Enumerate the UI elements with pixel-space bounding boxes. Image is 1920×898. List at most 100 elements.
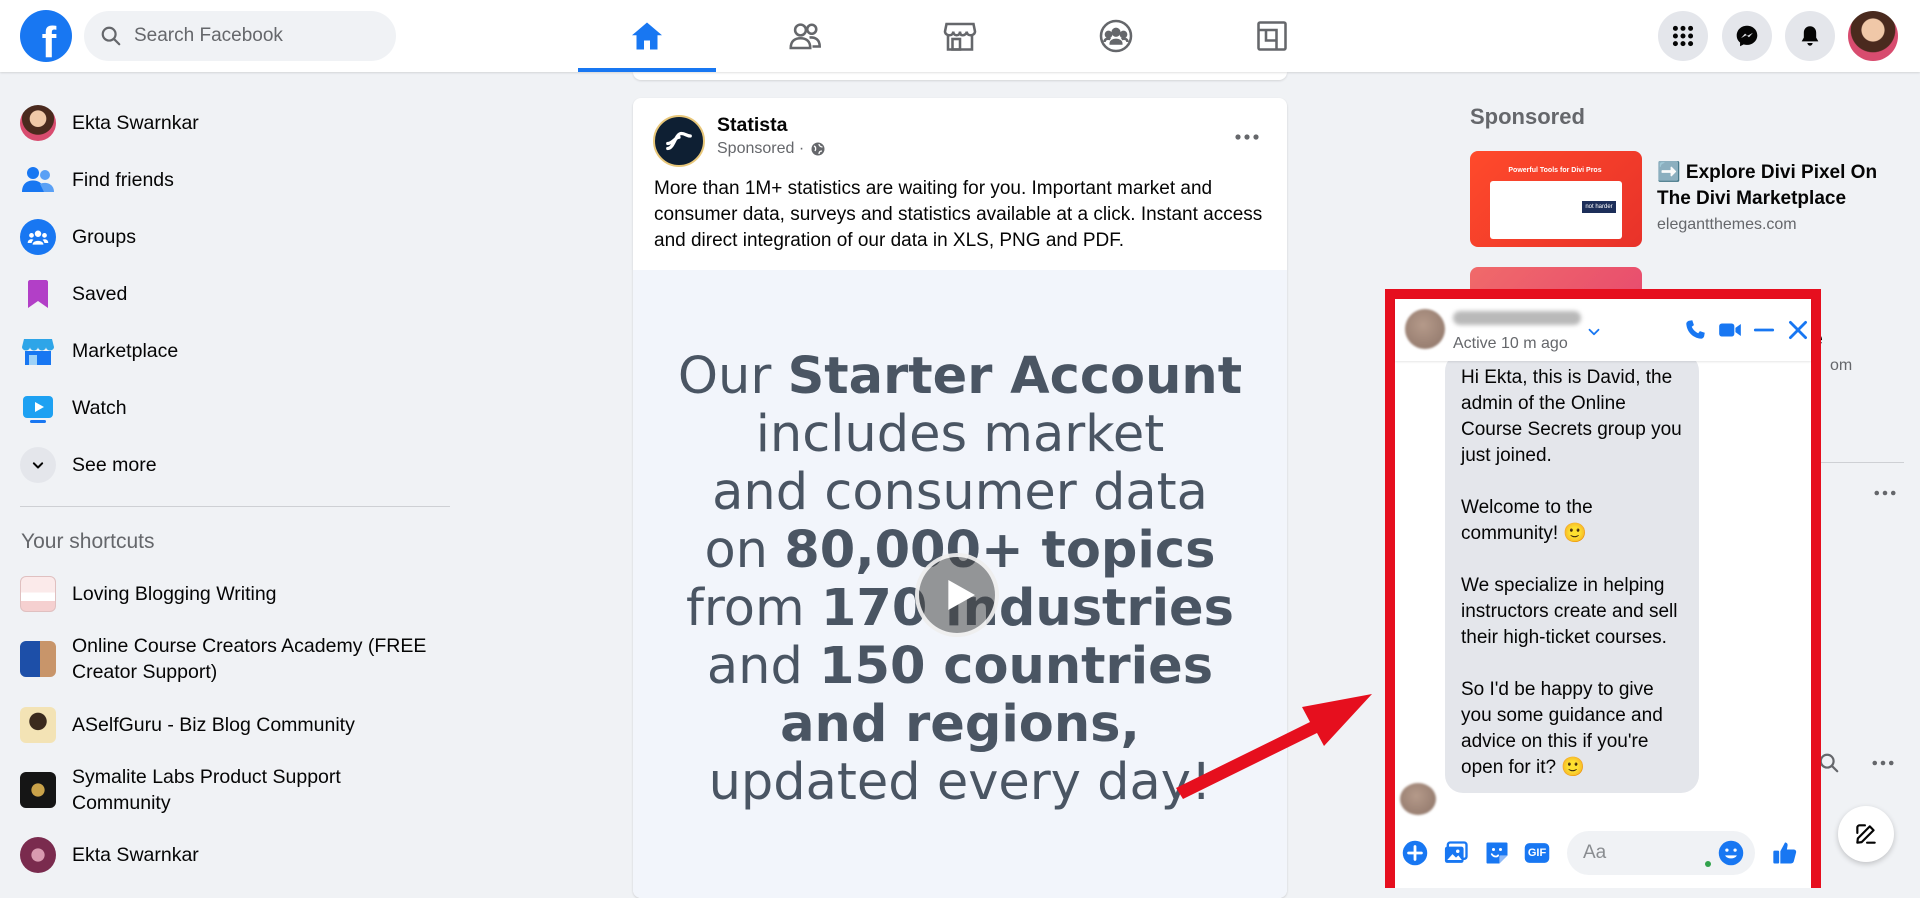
minimize-icon [1753, 328, 1775, 332]
ad-image[interactable]: Powerful Tools for Divi Pros not harder [1470, 151, 1642, 247]
search-input[interactable] [132, 24, 376, 48]
new-message-button[interactable] [1838, 806, 1894, 862]
chat-status: Active 10 m ago [1453, 335, 1568, 352]
ad-image-screen: not harder [1490, 181, 1622, 239]
post-video[interactable]: Our Starter Account includes market and co… [633, 270, 1287, 898]
voice-call-button[interactable] [1682, 317, 1708, 343]
ad-image-caption: Powerful Tools for Divi Pros [1508, 167, 1602, 174]
gaming-icon [1257, 21, 1287, 51]
facebook-logo-letter: f [41, 18, 57, 62]
ad-domain: elegantthemes.com [1657, 216, 1797, 233]
promo-line-text: 170 industries [820, 579, 1235, 638]
sidebar-divider [20, 506, 450, 507]
like-button[interactable] [1771, 839, 1799, 867]
post-meta: Sponsored · [717, 140, 826, 158]
tab-groups[interactable] [1047, 0, 1185, 72]
chat-header[interactable]: Active 10 m ago [1395, 299, 1811, 361]
chat-contact-avatar[interactable] [1405, 309, 1445, 349]
ad-title[interactable]: ➡️ Explore Divi Pixel On The Divi Market… [1657, 160, 1897, 212]
shortcut-label: Online Course Creators Academy (FREE Cre… [72, 635, 427, 683]
sponsored-label: Sponsored · [717, 140, 805, 157]
sidebar-item-watch[interactable]: Watch [20, 382, 450, 434]
groups-icon [20, 219, 56, 255]
photo-icon [1444, 841, 1468, 863]
contacts-search-button[interactable] [1818, 752, 1840, 779]
messenger-button[interactable] [1722, 11, 1772, 61]
marketplace-icon [20, 333, 56, 369]
message-input-box[interactable] [1567, 831, 1755, 875]
search-icon [1819, 753, 1839, 773]
phone-icon [1686, 320, 1705, 339]
group-thumbnail [20, 772, 56, 808]
shortcut-item[interactable]: ASelfGuru - Biz Blog Community [20, 707, 460, 743]
shortcut-item[interactable]: Symalite Labs Product Support Community [20, 764, 460, 816]
chat-composer: GIF [1395, 817, 1811, 888]
page-avatar[interactable] [653, 115, 705, 167]
messenger-icon [1736, 25, 1758, 47]
tab-marketplace[interactable] [891, 0, 1029, 72]
profile-avatar [20, 105, 56, 141]
shortcut-item[interactable]: Ekta Swarnkar [20, 837, 460, 873]
top-navigation-bar: f [0, 0, 1920, 72]
shortcuts-heading: Your shortcuts [21, 530, 155, 553]
chat-messages[interactable]: Hi Ekta, this is David, the admin of the… [1395, 361, 1811, 817]
chevron-down-icon[interactable] [1585, 323, 1603, 341]
annotation-arrow [1176, 694, 1372, 799]
profile-avatar[interactable] [1848, 11, 1898, 61]
gif-label: GIF [1527, 847, 1547, 859]
message-input[interactable] [1581, 841, 1705, 865]
chat-window: Active 10 m ago Hi Ekta, this is David, … [1385, 289, 1821, 888]
thumbs-up-icon [1773, 842, 1797, 864]
menu-button[interactable] [1658, 11, 1708, 61]
play-button[interactable] [915, 553, 999, 637]
promo-line-text: and consumer data [712, 463, 1208, 522]
more-options-button[interactable] [1874, 484, 1896, 502]
marketplace-icon [943, 22, 977, 51]
sidebar-item-saved[interactable]: Saved [20, 268, 450, 320]
promo-line-text: on [704, 521, 785, 580]
shortcut-label: Symalite Labs Product Support Community [72, 766, 341, 814]
shortcut-item[interactable]: Online Course Creators Academy (FREE Cre… [20, 633, 460, 685]
minimize-chat-button[interactable] [1751, 317, 1777, 343]
sticker-button[interactable] [1483, 839, 1511, 867]
sidebar-item-see-more[interactable]: See more [20, 439, 450, 491]
post-options-button[interactable] [1227, 122, 1267, 152]
previous-post-edge [633, 72, 1287, 80]
tab-friends[interactable] [736, 0, 874, 72]
emoji-icon[interactable] [1717, 839, 1745, 867]
sidebar-item-find-friends[interactable]: Find friends [20, 154, 450, 206]
tab-gaming[interactable] [1203, 0, 1341, 72]
promo-line-text: from [685, 579, 821, 638]
video-camera-icon [1719, 323, 1741, 337]
notifications-button[interactable] [1785, 11, 1835, 61]
close-chat-button[interactable] [1785, 317, 1811, 343]
sidebar-item-groups[interactable]: Groups [20, 211, 450, 263]
contacts-options-button[interactable] [1872, 752, 1894, 779]
ad-image-button: not harder [1582, 201, 1616, 213]
group-thumbnail [20, 576, 56, 612]
sidebar-item-label: See more [72, 453, 157, 476]
sidebar-item-marketplace[interactable]: Marketplace [20, 325, 450, 377]
sender-avatar [1400, 783, 1436, 815]
tab-home[interactable] [578, 0, 716, 72]
search-icon [101, 26, 121, 46]
message-paragraph: So I'd be happy to give you some guidanc… [1461, 679, 1663, 778]
sidebar-item-label: Groups [72, 225, 136, 248]
message-bubble[interactable]: Hi Ekta, this is David, the admin of the… [1445, 361, 1699, 793]
sidebar-item-label: Find friends [72, 168, 174, 191]
more-actions-button[interactable] [1401, 839, 1429, 867]
shortcut-label: Loving Blogging Writing [72, 583, 277, 605]
page-name[interactable]: Statista [717, 114, 787, 137]
search-box[interactable] [84, 11, 396, 61]
chat-contact-name-redacted[interactable] [1453, 311, 1581, 325]
group-thumbnail [20, 707, 56, 743]
gif-button[interactable]: GIF [1523, 839, 1551, 867]
more-options-icon [1874, 490, 1896, 496]
facebook-logo[interactable]: f [20, 10, 72, 62]
close-icon [1789, 321, 1807, 339]
video-call-button[interactable] [1717, 317, 1743, 343]
sidebar-item-profile[interactable]: Ekta Swarnkar [20, 97, 450, 149]
attach-photo-button[interactable] [1442, 839, 1470, 867]
bell-icon [1801, 26, 1819, 46]
shortcut-item[interactable]: Loving Blogging Writing [20, 576, 460, 612]
